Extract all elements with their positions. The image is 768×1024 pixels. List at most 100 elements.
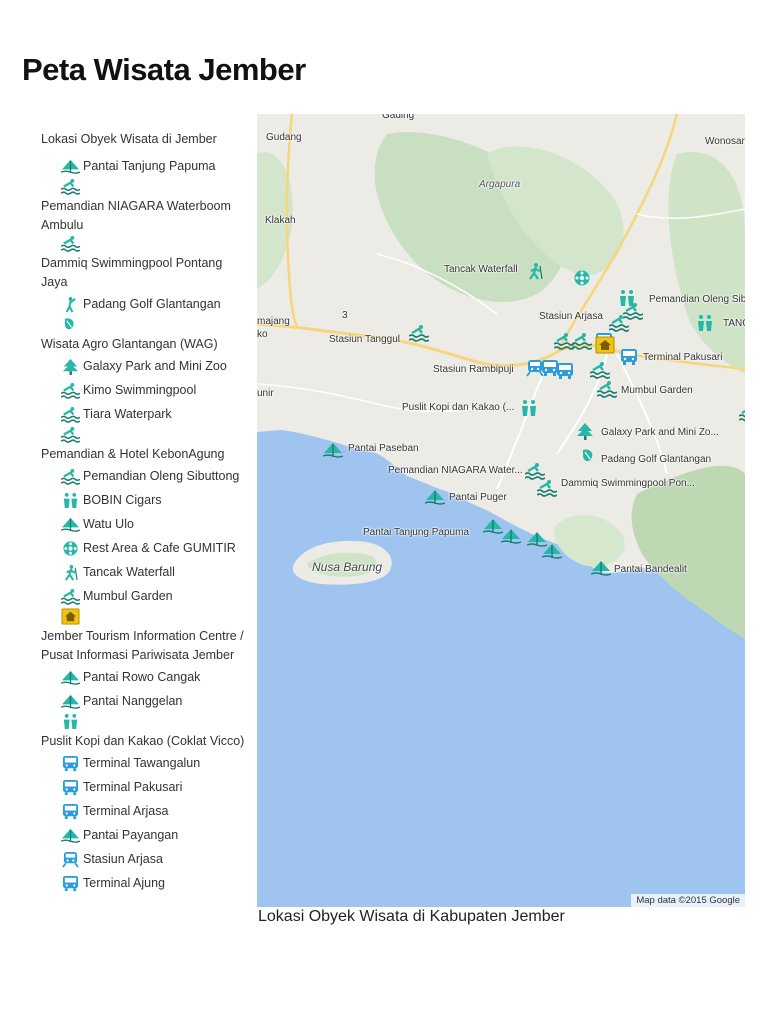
legend-item[interactable]: Jember Tourism Information Centre / Pusa… (41, 608, 251, 665)
hiker-icon (61, 564, 80, 581)
map-marker-people-icon[interactable] (695, 314, 715, 332)
bus-icon (61, 755, 80, 772)
map-marker-beach-icon[interactable] (591, 559, 611, 577)
map-marker-beach-icon[interactable] (501, 527, 521, 545)
map-marker-info-house-icon[interactable] (595, 336, 615, 354)
map-marker-beach-icon[interactable] (425, 488, 445, 506)
pool-icon (61, 406, 80, 423)
legend-item[interactable]: Pemandian & Hotel KebonAgung (41, 426, 251, 464)
legend-item-label: Dammiq Swimmingpool Pontang Jaya (41, 256, 223, 289)
legend-item[interactable]: Terminal Arjasa (41, 799, 251, 823)
legend-item-label: Terminal Tawangalun (83, 755, 201, 770)
map-label-papuma: Pantai Tanjung Papuma (363, 527, 470, 538)
beach-icon (61, 669, 80, 686)
map-label-ko: ko (257, 329, 268, 340)
map-label-gudang: Gudang (266, 132, 302, 143)
map-marker-beach-icon[interactable] (323, 441, 343, 459)
map-marker-people-icon[interactable] (519, 399, 539, 417)
map-marker-pool-icon[interactable] (554, 332, 574, 350)
legend-item-label: Wisata Agro Glantangan (WAG) (41, 337, 218, 351)
agro-icon (61, 316, 80, 333)
legend-item[interactable]: Mumbul Garden (41, 584, 251, 608)
map-marker-pool-icon[interactable] (409, 324, 429, 342)
legend-item[interactable]: Galaxy Park and Mini Zoo (41, 354, 251, 378)
map-marker-flower-icon[interactable] (572, 269, 592, 287)
legend-item[interactable]: Pemandian Oleng Sibuttong (41, 464, 251, 488)
legend-item[interactable]: Pantai Payangan (41, 823, 251, 847)
map-label-unir: unir (257, 388, 274, 399)
legend-item[interactable]: Terminal Tawangalun (41, 751, 251, 775)
map-marker-beach-icon[interactable] (483, 517, 503, 535)
map-legend: Lokasi Obyek Wisata di Jember Pantai Tan… (41, 130, 251, 895)
bus-icon (61, 779, 80, 796)
legend-item[interactable]: Pantai Rowo Cangak (41, 665, 251, 689)
map-marker-agro-icon[interactable] (579, 447, 599, 465)
map-marker-pool-icon[interactable] (572, 332, 592, 350)
legend-item[interactable]: Dammiq Swimmingpool Pontang Jaya (41, 235, 251, 292)
map-marker-pool-icon[interactable] (609, 314, 629, 332)
beach-icon (61, 827, 80, 844)
map-marker-bus-icon[interactable] (555, 362, 575, 380)
map-view[interactable]: Gading Gudang Wonosar Argapura Klakah Tancak … (257, 114, 745, 907)
tree-icon (61, 358, 80, 375)
legend-item-label: Terminal Pakusari (83, 779, 183, 794)
map-marker-pool-icon[interactable] (525, 462, 545, 480)
pool-icon (61, 588, 80, 605)
legend-item-label: Pantai Tanjung Papuma (83, 158, 216, 173)
legend-item[interactable]: Wisata Agro Glantangan (WAG) (41, 316, 251, 354)
legend-item-label: Pantai Payangan (83, 827, 179, 842)
legend-item[interactable]: Pantai Tanjung Papuma (41, 154, 251, 178)
legend-item-label: Pantai Nanggelan (83, 693, 183, 708)
legend-item[interactable]: Watu Ulo (41, 512, 251, 536)
map-marker-beach-icon[interactable] (542, 542, 562, 560)
legend-item[interactable]: Pemandian NIAGARA Waterboom Ambulu (41, 178, 251, 235)
legend-item[interactable]: Padang Golf Glantangan (41, 292, 251, 316)
legend-item[interactable]: Terminal Pakusari (41, 775, 251, 799)
people-icon (61, 492, 80, 509)
legend-header: Lokasi Obyek Wisata di Jember (41, 132, 217, 146)
map-attribution[interactable]: Map data ©2015 Google (631, 894, 745, 907)
map-label-oleng: Pemandian Oleng Sib (649, 294, 745, 305)
train-icon (61, 851, 80, 868)
map-label-puslit: Puslit Kopi dan Kakao (... (402, 402, 515, 413)
legend-item[interactable]: Tancak Waterfall (41, 560, 251, 584)
pool-icon (61, 382, 80, 399)
map-marker-pool-icon[interactable] (739, 404, 745, 422)
legend-item[interactable]: BOBIN Cigars (41, 488, 251, 512)
legend-item-label: Tiara Waterpark (83, 406, 172, 421)
map-marker-tree-icon[interactable] (575, 422, 595, 440)
legend-item-label: Pemandian NIAGARA Waterboom Ambulu (41, 199, 231, 232)
map-label-nusa-barung: Nusa Barung (312, 560, 383, 574)
map-label-gading: Gading (382, 114, 415, 121)
legend-item[interactable]: Kimo Swimmingpool (41, 378, 251, 402)
map-marker-pool-icon[interactable] (590, 361, 610, 379)
legend-item[interactable]: Terminal Ajung (41, 871, 251, 895)
legend-item-label: Jember Tourism Information Centre / Pusa… (41, 629, 244, 662)
info-house-icon (61, 608, 80, 625)
map-label-majang: majang (257, 316, 290, 327)
legend-item-label: Padang Golf Glantangan (83, 296, 221, 311)
legend-item-label: Pantai Rowo Cangak (83, 669, 201, 684)
legend-item[interactable]: Stasiun Arjasa (41, 847, 251, 871)
map-label-klakah: Klakah (265, 215, 296, 226)
map-marker-pool-icon[interactable] (537, 479, 557, 497)
legend-item-label: Pemandian Oleng Sibuttong (83, 468, 240, 483)
map-label-stasiun-arjasa: Stasiun Arjasa (539, 311, 603, 322)
legend-item[interactable]: Tiara Waterpark (41, 402, 251, 426)
map-label-stasiun-rambipuji: Stasiun Rambipuji (433, 364, 514, 375)
map-marker-bus-icon[interactable] (619, 348, 639, 366)
legend-item-label: Tancak Waterfall (83, 564, 175, 579)
legend-item[interactable]: Puslit Kopi dan Kakao (Coklat Vicco) (41, 713, 251, 751)
page-title: Peta Wisata Jember (22, 52, 306, 87)
golf-icon (61, 296, 80, 313)
legend-item[interactable]: Pantai Nanggelan (41, 689, 251, 713)
map-label-galaxy: Galaxy Park and Mini Zo... (601, 427, 719, 438)
flower-icon (61, 540, 80, 557)
map-marker-hiker-icon[interactable] (525, 262, 545, 280)
map-label-paseban: Pantai Paseban (348, 443, 419, 454)
map-marker-pool-icon[interactable] (597, 380, 617, 398)
map-label-stasiun-tanggul: Stasiun Tanggul (329, 334, 400, 345)
people-icon (61, 713, 80, 730)
legend-item[interactable]: Rest Area & Cafe GUMITIR (41, 536, 251, 560)
bus-icon (61, 875, 80, 892)
